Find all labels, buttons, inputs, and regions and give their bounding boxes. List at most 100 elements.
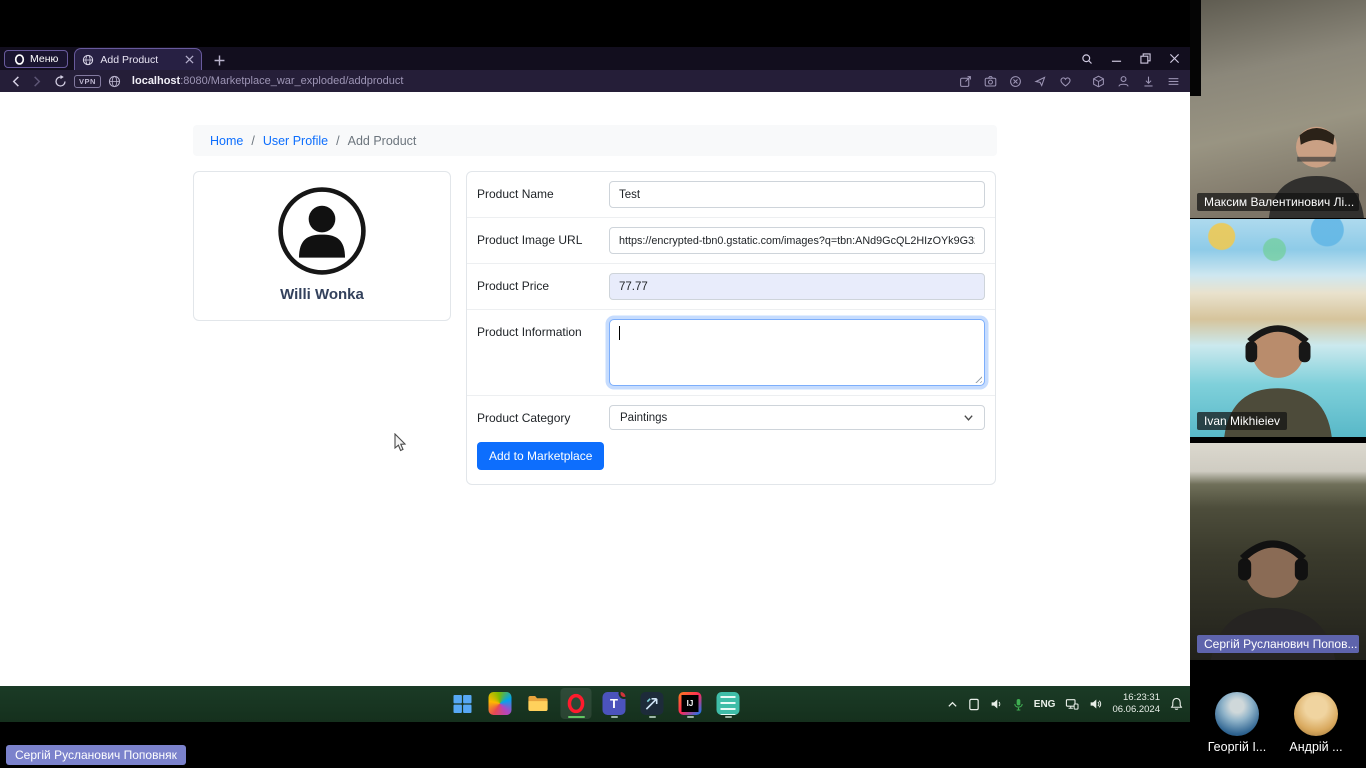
globe-favicon-icon xyxy=(82,54,94,66)
meeting-sidebar: Максим Валентинович Лі... Ivan Mikhieiev… xyxy=(1190,0,1366,768)
product-information-label: Product Information xyxy=(477,319,609,386)
tray-chevron-up-icon[interactable] xyxy=(947,699,958,710)
taskbar-file-explorer[interactable] xyxy=(523,688,554,719)
taskbar-app-colorful[interactable] xyxy=(485,688,516,719)
dev-app-icon xyxy=(641,692,664,715)
opera-logo-icon xyxy=(14,54,25,65)
breadcrumb: Home / User Profile / Add Product xyxy=(193,125,997,156)
opera-icon xyxy=(566,693,587,714)
forward-icon[interactable] xyxy=(30,75,43,88)
opera-menu-label: Меню xyxy=(30,53,58,65)
adblock-icon[interactable] xyxy=(1009,75,1022,88)
participant-avatar[interactable] xyxy=(1294,692,1338,736)
text-caret xyxy=(619,326,620,340)
participant-name-label: Ivan Mikhieiev xyxy=(1197,412,1287,430)
taskbar-teams[interactable]: T xyxy=(599,688,630,719)
bookmark-heart-icon[interactable] xyxy=(1059,75,1072,88)
colorful-app-icon xyxy=(489,692,512,715)
tray-microphone-icon[interactable] xyxy=(1013,698,1024,711)
textarea-resize-grip[interactable] xyxy=(973,374,982,383)
browser-address-bar: VPN localhost:8080/Marketplace_war_explo… xyxy=(0,70,1190,92)
presenter-name-label: Сергій Русланович Поповняк xyxy=(6,745,186,765)
profile-person-icon[interactable] xyxy=(1117,75,1130,88)
profile-name: Willi Wonka xyxy=(280,286,364,303)
audio-participants: Георгій І... Андрій ... xyxy=(1190,660,1366,768)
taskbar-intellij[interactable]: IJ xyxy=(675,688,706,719)
taskbar-dev-app[interactable] xyxy=(637,688,668,719)
tray-speaker-icon[interactable] xyxy=(990,698,1003,710)
extensions-cube-icon[interactable] xyxy=(1092,75,1105,88)
web-page: Home / User Profile / Add Product Willi … xyxy=(0,92,1190,686)
chevron-down-icon xyxy=(963,412,974,423)
tab-close-icon[interactable] xyxy=(185,55,194,64)
participant-avatar[interactable] xyxy=(1215,692,1259,736)
add-product-form: Product Name Product Image URL xyxy=(466,171,996,485)
add-to-marketplace-button[interactable]: Add to Marketplace xyxy=(477,442,604,470)
product-price-label: Product Price xyxy=(477,273,609,300)
search-icon[interactable] xyxy=(1081,53,1093,65)
tab-title: Add Product xyxy=(100,54,179,66)
windows-logo-icon xyxy=(452,694,472,714)
audio-participant-name: Георгій І... xyxy=(1192,740,1282,754)
tray-volume-icon[interactable] xyxy=(1089,698,1102,710)
mouse-cursor xyxy=(393,433,407,453)
participant-name-label-speaking: Сергій Русланович Попов... xyxy=(1197,635,1359,653)
product-image-url-input[interactable] xyxy=(609,227,985,254)
tab-add-product[interactable]: Add Product xyxy=(74,48,202,70)
product-image-url-label: Product Image URL xyxy=(477,227,609,254)
tray-notification-bell-icon[interactable] xyxy=(1170,697,1183,711)
downloads-icon[interactable] xyxy=(1142,75,1155,88)
shared-screen: Меню Add Product xyxy=(0,0,1190,768)
product-category-label: Product Category xyxy=(477,405,609,430)
language-indicator[interactable]: ENG xyxy=(1034,699,1056,710)
intellij-idea-icon: IJ xyxy=(679,692,702,715)
taskbar-opera[interactable] xyxy=(561,688,592,719)
notification-badge xyxy=(619,692,626,699)
video-tile-1[interactable]: Максим Валентинович Лі... xyxy=(1190,0,1366,218)
tray-network-icon[interactable] xyxy=(1065,698,1079,710)
url-host: localhost xyxy=(132,75,180,87)
clock[interactable]: 16:23:31 06.06.2024 xyxy=(1112,692,1160,717)
reload-icon[interactable] xyxy=(54,75,67,88)
video-tile-2[interactable]: Ivan Mikhieiev xyxy=(1190,219,1366,437)
product-category-select[interactable]: Paintings xyxy=(609,405,985,430)
start-button[interactable] xyxy=(447,688,478,719)
restore-window-icon[interactable] xyxy=(1140,53,1151,64)
breadcrumb-separator: / xyxy=(336,134,339,148)
tray-time: 16:23:31 xyxy=(1112,692,1160,704)
notepad-icon xyxy=(717,692,740,715)
breadcrumb-home-link[interactable]: Home xyxy=(210,134,243,148)
video-edge xyxy=(1190,0,1201,96)
opera-menu-button[interactable]: Меню xyxy=(4,50,68,68)
tray-date: 06.06.2024 xyxy=(1112,704,1160,716)
teams-letter: T xyxy=(610,696,618,711)
new-tab-button[interactable] xyxy=(214,55,225,66)
send-to-device-icon[interactable] xyxy=(1034,75,1047,88)
close-window-icon[interactable] xyxy=(1169,53,1180,64)
audio-participant-name: Андрій ... xyxy=(1271,740,1361,754)
product-price-input[interactable] xyxy=(609,273,985,300)
product-information-textarea[interactable] xyxy=(609,319,985,386)
taskbar-notepad[interactable] xyxy=(713,688,744,719)
minimize-icon[interactable] xyxy=(1111,53,1122,64)
windows-taskbar: T IJ xyxy=(0,686,1190,722)
breadcrumb-user-profile-link[interactable]: User Profile xyxy=(263,134,328,148)
product-name-input[interactable] xyxy=(609,181,985,208)
vpn-badge[interactable]: VPN xyxy=(74,75,101,88)
video-tile-3[interactable]: Сергій Русланович Попов... xyxy=(1190,443,1366,660)
tray-device-icon[interactable] xyxy=(968,698,980,711)
url-path: :8080/Marketplace_war_exploded/addproduc… xyxy=(180,75,403,87)
share-page-icon[interactable] xyxy=(959,75,972,88)
breadcrumb-separator: / xyxy=(251,134,254,148)
teams-icon: T xyxy=(603,692,626,715)
idea-letters: IJ xyxy=(682,695,699,712)
user-avatar-icon xyxy=(276,185,368,277)
back-icon[interactable] xyxy=(10,75,23,88)
easy-setup-icon[interactable] xyxy=(1167,75,1180,88)
site-globe-icon[interactable] xyxy=(108,75,121,88)
url-text[interactable]: localhost:8080/Marketplace_war_exploded/… xyxy=(132,75,404,87)
participant-name-label: Максим Валентинович Лі... xyxy=(1197,193,1359,211)
product-category-value: Paintings xyxy=(620,412,667,424)
browser-window: Меню Add Product xyxy=(0,47,1190,686)
snapshot-camera-icon[interactable] xyxy=(984,75,997,88)
